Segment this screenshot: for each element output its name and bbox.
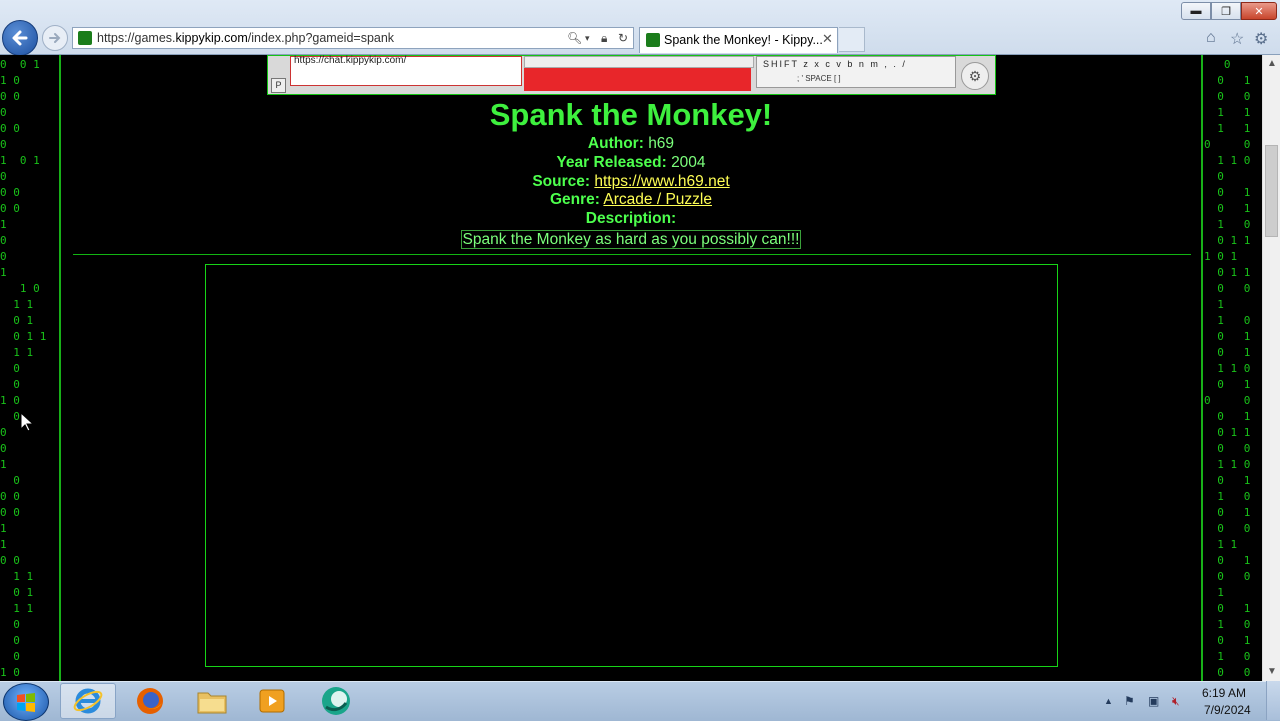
source-link[interactable]: https://www.h69.net [594,173,729,190]
tab-title: Spank the Monkey! - Kippy... [664,33,823,47]
system-tray: ▲ ⚑ ▣ 🔇︎ 6:19 AM 7/9/2024 [1098,682,1280,721]
right-border-line [1201,55,1203,681]
forward-button[interactable] [42,25,68,51]
folder-icon [197,692,227,714]
gear-icon[interactable]: ⚙ [1254,29,1268,49]
description-text: Spank the Monkey as hard as you possibly… [460,229,802,249]
game-title: Spank the Monkey! [489,97,773,132]
star-icon[interactable]: ☆ [1230,29,1244,49]
internet-explorer-icon [73,688,103,714]
close-window-button[interactable]: ✕ [1241,2,1277,20]
minimize-button[interactable]: ▬ [1181,2,1211,20]
windows-logo-icon [17,693,35,712]
search-icon[interactable]: 🔍︎ [567,31,582,45]
site-favicon-icon [78,31,92,45]
new-tab-button[interactable] [839,27,865,52]
year-value: 2004 [671,153,706,171]
app-globe-icon [322,687,350,715]
refresh-icon[interactable]: ↻ [618,31,628,45]
tray-expand-icon[interactable]: ▲ [1104,696,1113,706]
scroll-up-arrow-icon[interactable]: ▲ [1263,55,1280,73]
taskbar: ▲ ⚑ ▣ 🔇︎ 6:19 AM 7/9/2024 [0,681,1280,721]
panel-dropdown[interactable] [524,56,754,68]
genre-label: Genre: [550,191,600,209]
left-border-line [59,55,61,681]
maximize-button[interactable]: ❐ [1211,2,1241,20]
browser-chrome: https://games.kippykip.com/index.php?gam… [0,0,1280,56]
scrollbar-thumb[interactable] [1265,145,1278,237]
panel-p-button[interactable]: P [271,78,286,93]
back-arrow-icon [12,30,28,46]
chat-url-box[interactable]: https://chat.kippykip.com/ [290,55,522,86]
keyboard-row-2[interactable]: ; ' SPACE [ ] [797,74,841,83]
clock-time[interactable]: 6:19 AM [1202,686,1246,700]
source-row: Source: https://www.h69.net [262,173,1000,192]
start-button[interactable] [3,683,49,721]
chat-url-text: https://chat.kippykip.com/ [294,55,407,66]
taskbar-app[interactable] [308,683,364,719]
onscreen-keyboard[interactable]: SHIFT z x c v b n m , . / ; ' SPACE [ ] [756,56,956,88]
url-text[interactable]: https://games.kippykip.com/index.php?gam… [97,31,394,45]
media-player-icon [259,689,285,713]
vertical-scrollbar[interactable]: ▲ ▼ [1262,55,1280,681]
genre-link[interactable]: Arcade / Puzzle [603,191,712,208]
mouse-pointer-icon [20,412,34,432]
address-bar[interactable]: https://games.kippykip.com/index.php?gam… [72,27,634,49]
matrix-rain-right: 0 0 1 0 0 1 1 1 1 0 0 1 1 0 0 0 1 0 1 1 … [1204,58,1251,679]
year-row: Year Released: 2004 [262,154,1000,173]
description-row: Description: [262,210,1000,229]
volume-muted-icon[interactable]: 🔇︎ [1172,694,1180,709]
web-page: 0 0 1 1 0 0 0 0 0 0 0 1 0 1 0 0 0 0 0 1 … [0,55,1262,681]
taskbar-media-player[interactable] [244,683,300,719]
author-row: Author: h69 [262,135,1000,154]
description-label: Description: [585,210,677,228]
forward-arrow-icon [49,33,61,43]
network-icon[interactable]: ▣ [1148,694,1159,708]
game-info: Spank the Monkey! Author: h69 Year Relea… [262,95,1000,249]
scroll-down-arrow-icon[interactable]: ▼ [1263,663,1280,681]
matrix-rain-left: 0 0 1 1 0 0 0 0 0 0 0 1 0 1 0 0 0 0 0 1 … [0,58,47,679]
keyboard-settings-icon[interactable]: ⚙ [961,62,989,90]
game-canvas[interactable] [205,264,1058,667]
flag-icon[interactable]: ⚑ [1124,694,1135,708]
author-label: Author: [587,135,644,152]
source-label: Source: [532,172,591,190]
show-desktop-button[interactable] [1266,681,1280,720]
chat-panel: https://chat.kippykip.com/ P SHIFT z x c… [267,55,996,95]
genre-row: Genre: Arcade / Puzzle [262,191,1000,210]
home-icon[interactable]: ⌂ [1206,29,1216,47]
divider [73,254,1191,255]
back-button[interactable] [2,20,38,56]
author-value: h69 [648,135,675,152]
taskbar-firefox[interactable] [122,683,178,719]
taskbar-file-explorer[interactable] [184,683,240,719]
lock-icon[interactable]: 🔒︎ [601,31,607,46]
taskbar-internet-explorer[interactable] [60,683,116,719]
keyboard-row-1[interactable]: SHIFT z x c v b n m , . / [763,59,907,69]
tab-active[interactable]: Spank the Monkey! - Kippy... ✕ [639,27,838,53]
tab-favicon-icon [646,33,660,47]
tab-close-icon[interactable]: ✕ [822,31,833,47]
clock-date[interactable]: 7/9/2024 [1204,703,1251,717]
dropdown-arrow-icon[interactable]: ▾ [585,33,590,44]
panel-red-bar [524,68,751,91]
firefox-icon [137,688,163,714]
year-label: Year Released: [556,153,667,171]
